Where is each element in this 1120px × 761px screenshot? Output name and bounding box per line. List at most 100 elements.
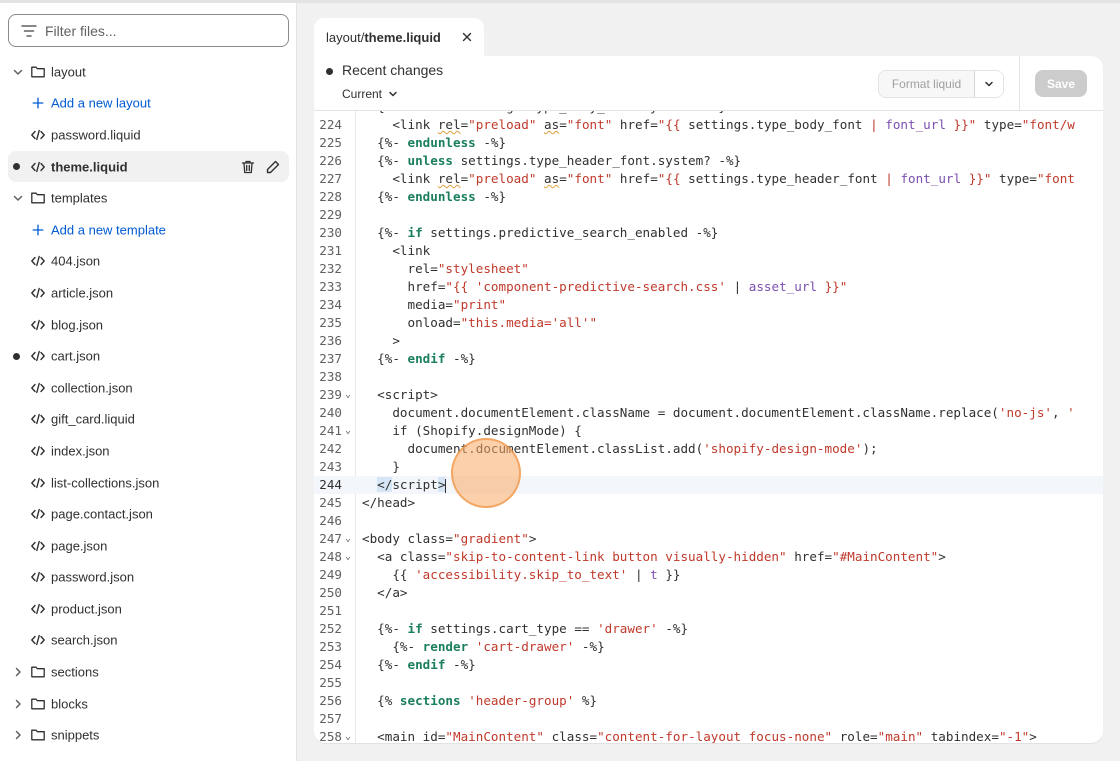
code-line-247[interactable]: 247 ⌄ <body class="gradient"> bbox=[314, 530, 1103, 548]
code-line-234[interactable]: 234 media="print" bbox=[314, 296, 1103, 314]
fold-toggle-icon[interactable]: ⌄ bbox=[345, 728, 351, 743]
file-item-collection-json[interactable]: collection.json bbox=[0, 372, 297, 404]
file-item-product-json[interactable]: product.json bbox=[0, 593, 297, 625]
folder-snippets[interactable]: snippets bbox=[0, 719, 297, 751]
code-line-246[interactable]: 246 bbox=[314, 512, 1103, 530]
format-liquid-group: Format liquid bbox=[878, 70, 1004, 98]
code-line-242[interactable]: 242 document.documentElement.classList.a… bbox=[314, 440, 1103, 458]
code-line-249[interactable]: 249 {{ 'accessibility.skip_to_text' | t … bbox=[314, 566, 1103, 584]
line-number: 232 bbox=[319, 261, 342, 276]
format-options-button[interactable] bbox=[975, 71, 1003, 97]
file-item-cart-json[interactable]: cart.json bbox=[0, 340, 297, 372]
file-item-gift-card-liquid[interactable]: gift_card.liquid bbox=[0, 404, 297, 436]
fold-toggle-icon[interactable]: ⌄ bbox=[345, 386, 351, 404]
folder-templates[interactable]: templates bbox=[0, 182, 297, 214]
tree-item-label: 404.json bbox=[51, 253, 101, 269]
fold-toggle-icon[interactable]: ⌄ bbox=[345, 548, 351, 566]
line-number: 242 bbox=[319, 441, 342, 456]
add-link-add-a-new-template[interactable]: Add a new template bbox=[0, 214, 297, 246]
format-liquid-button[interactable]: Format liquid bbox=[879, 71, 975, 97]
code-line-226[interactable]: 226 {%- unless settings.type_header_font… bbox=[314, 152, 1103, 170]
file-item-password-liquid[interactable]: password.liquid bbox=[0, 119, 297, 151]
code-line-229[interactable]: 229 bbox=[314, 206, 1103, 224]
tree-item-label: article.json bbox=[51, 285, 114, 301]
code-text: {%- if settings.predictive_search_enable… bbox=[362, 225, 719, 240]
tree-item-label: sections bbox=[51, 664, 99, 680]
recent-changes-title: Recent changes bbox=[342, 62, 444, 78]
line-number: 257 bbox=[319, 711, 342, 726]
filter-files-input[interactable] bbox=[45, 22, 265, 39]
file-item-index-json[interactable]: index.json bbox=[0, 435, 297, 467]
code-line-257[interactable]: 257 bbox=[314, 710, 1103, 728]
line-number: 234 bbox=[319, 297, 342, 312]
code-line-225[interactable]: 225 {%- endunless -%} bbox=[314, 134, 1103, 152]
folder-blocks[interactable]: blocks bbox=[0, 688, 297, 720]
code-line-253[interactable]: 253 {%- render 'cart-drawer' -%} bbox=[314, 638, 1103, 656]
code-line-245[interactable]: 245 </head> bbox=[314, 494, 1103, 512]
rename-icon[interactable] bbox=[265, 159, 281, 175]
code-file-icon bbox=[30, 569, 46, 585]
code-line-252[interactable]: 252 {%- if settings.cart_type == 'drawer… bbox=[314, 620, 1103, 638]
file-item-blog-json[interactable]: blog.json bbox=[0, 309, 297, 341]
code-text: <main id="MainContent" class="content-fo… bbox=[362, 729, 1037, 743]
file-item-theme-liquid[interactable]: theme.liquid bbox=[8, 150, 289, 183]
code-text: {%- endif -%} bbox=[362, 657, 476, 672]
fold-toggle-icon[interactable]: ⌄ bbox=[345, 422, 351, 440]
file-item-page-json[interactable]: page.json bbox=[0, 530, 297, 562]
unsaved-dot bbox=[326, 68, 333, 75]
code-line-233[interactable]: 233 href="{{ 'component-predictive-searc… bbox=[314, 278, 1103, 296]
code-line-231[interactable]: 231 <link bbox=[314, 242, 1103, 260]
code-line-227[interactable]: 227 <link rel="preload" as="font" href="… bbox=[314, 170, 1103, 188]
code-line-254[interactable]: 254 {%- endif -%} bbox=[314, 656, 1103, 674]
line-number: 230 bbox=[319, 225, 342, 240]
file-item-list-collections-json[interactable]: list-collections.json bbox=[0, 467, 297, 499]
folder-icon bbox=[30, 727, 46, 743]
chevron-right-icon[interactable] bbox=[12, 698, 24, 710]
code-editor[interactable]: 223 {%- unless settings.type_body_font.s… bbox=[314, 111, 1103, 743]
file-item-search-json[interactable]: search.json bbox=[0, 625, 297, 657]
code-line-255[interactable]: 255 bbox=[314, 674, 1103, 692]
file-item-404-json[interactable]: 404.json bbox=[0, 246, 297, 278]
chevron-down-icon[interactable] bbox=[12, 192, 24, 204]
code-line-235[interactable]: 235 onload="this.media='all'" bbox=[314, 314, 1103, 332]
tree-item-label: blog.json bbox=[51, 317, 104, 333]
file-item-password-json[interactable]: password.json bbox=[0, 562, 297, 594]
code-line-236[interactable]: 236 > bbox=[314, 332, 1103, 350]
tab-theme-liquid[interactable]: layout/theme.liquid bbox=[314, 18, 484, 56]
close-tab-icon[interactable] bbox=[462, 32, 472, 42]
filter-files-field[interactable] bbox=[8, 14, 289, 47]
code-text: <a class="skip-to-content-link button vi… bbox=[362, 549, 946, 564]
code-file-icon bbox=[30, 380, 46, 396]
chevron-down-icon[interactable] bbox=[12, 66, 24, 78]
code-line-232[interactable]: 232 rel="stylesheet" bbox=[314, 260, 1103, 278]
save-button[interactable]: Save bbox=[1035, 70, 1087, 97]
folder-layout[interactable]: layout bbox=[0, 56, 297, 88]
code-line-244[interactable]: 244 </script> bbox=[314, 476, 1103, 494]
tree-item-label: layout bbox=[51, 64, 86, 80]
code-line-224[interactable]: 224 <link rel="preload" as="font" href="… bbox=[314, 116, 1103, 134]
code-line-258[interactable]: 258 ⌄ <main id="MainContent" class="conte… bbox=[314, 728, 1103, 743]
version-select[interactable]: Current bbox=[342, 87, 398, 101]
folder-sections[interactable]: sections bbox=[0, 656, 297, 688]
code-line-241[interactable]: 241 ⌄ if (Shopify.designMode) { bbox=[314, 422, 1103, 440]
code-line-251[interactable]: 251 bbox=[314, 602, 1103, 620]
code-line-228[interactable]: 228 {%- endunless -%} bbox=[314, 188, 1103, 206]
code-line-256[interactable]: 256 {% sections 'header-group' %} bbox=[314, 692, 1103, 710]
file-item-page-contact-json[interactable]: page.contact.json bbox=[0, 498, 297, 530]
fold-toggle-icon[interactable]: ⌄ bbox=[345, 530, 351, 548]
chevron-right-icon[interactable] bbox=[12, 729, 24, 741]
code-line-243[interactable]: 243 } bbox=[314, 458, 1103, 476]
code-line-237[interactable]: 237 {%- endif -%} bbox=[314, 350, 1103, 368]
add-link-add-a-new-layout[interactable]: Add a new layout bbox=[0, 88, 297, 120]
delete-icon[interactable] bbox=[240, 159, 256, 175]
code-line-240[interactable]: 240 document.documentElement.className =… bbox=[314, 404, 1103, 422]
code-line-230[interactable]: 230 {%- if settings.predictive_search_en… bbox=[314, 224, 1103, 242]
code-line-250[interactable]: 250 </a> bbox=[314, 584, 1103, 602]
code-line-238[interactable]: 238 bbox=[314, 368, 1103, 386]
code-text: </script> bbox=[377, 477, 447, 493]
file-item-article-json[interactable]: article.json bbox=[0, 277, 297, 309]
chevron-right-icon[interactable] bbox=[12, 666, 24, 678]
code-file-icon bbox=[30, 632, 46, 648]
code-line-248[interactable]: 248 ⌄ <a class="skip-to-content-link butt… bbox=[314, 548, 1103, 566]
code-line-239[interactable]: 239 ⌄ <script> bbox=[314, 386, 1103, 404]
